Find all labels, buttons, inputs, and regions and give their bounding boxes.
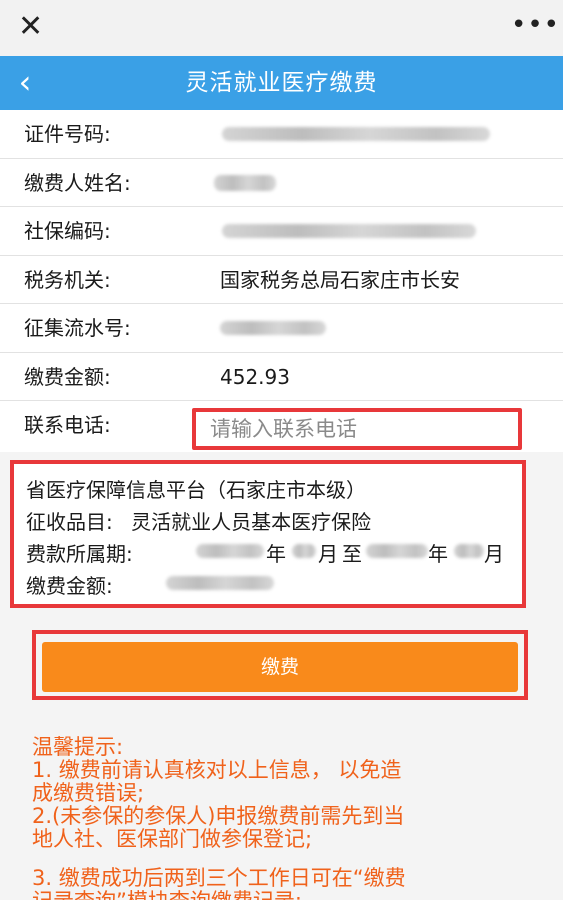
info-form: 证件号码: 缴费人姓名: 社保编码: 税务机关: 国家税务总局石家庄市长安 征集… — [0, 110, 563, 450]
redacted-start-year — [196, 544, 264, 558]
close-icon[interactable]: ✕ — [18, 12, 48, 42]
row-id-number: 证件号码: — [0, 110, 563, 159]
redacted-payer-name — [214, 174, 276, 191]
period-year-unit: 年 — [428, 542, 448, 566]
system-top-bar: ✕ ••• — [0, 0, 563, 56]
period-year-unit: 年 — [266, 542, 286, 566]
row-label: 社保编码: — [24, 219, 111, 243]
period-month-unit: 月 — [318, 542, 338, 566]
tip-line: 1. 缴费前请认真核对以上信息， 以免造 — [32, 758, 402, 782]
row-label: 联系电话: — [24, 413, 111, 437]
period-to: 至 — [342, 542, 362, 566]
redacted-end-month — [454, 544, 484, 558]
row-label: 缴费人姓名: — [24, 170, 131, 195]
row-serial-number: 征集流水号: — [0, 304, 563, 353]
page-header: 灵活就业医疗缴费 ‹ — [0, 56, 563, 110]
back-arrow-icon[interactable]: ‹ — [10, 64, 40, 100]
tip-spacer — [32, 851, 542, 867]
row-payment-amount: 缴费金额: 452.93 — [0, 353, 563, 401]
row-label: 证件号码: — [24, 122, 111, 146]
phone-field-highlight — [192, 408, 522, 450]
row-tax-authority: 税务机关: 国家税务总局石家庄市长安 — [0, 256, 563, 304]
redacted-amount — [166, 576, 274, 590]
amount-label: 缴费金额: — [26, 574, 113, 598]
row-label: 税务机关: — [24, 267, 111, 292]
period-label: 费款所属期: — [26, 542, 133, 566]
period-month-unit: 月 — [484, 542, 504, 566]
amount-line: 缴费金额: — [26, 570, 326, 598]
row-social-security-code: 社保编码: — [0, 207, 563, 256]
tips-section: 温馨提示: 1. 缴费前请认真核对以上信息， 以免造 成缴费错误; 2.(未参保… — [32, 736, 542, 900]
redacted-start-month — [292, 544, 316, 558]
tip-line: 2.(未参保的参保人)申报缴费前需先到当 — [32, 804, 405, 828]
phone-input[interactable] — [210, 414, 510, 444]
row-label: 缴费金额: — [24, 364, 111, 389]
category-label: 征收品目: — [26, 510, 113, 534]
pay-button[interactable]: 缴费 — [42, 642, 518, 692]
row-payer-name: 缴费人姓名: — [0, 159, 563, 207]
period-line: 费款所属期: 年 月 至 年 月 — [26, 538, 516, 566]
more-icon[interactable]: ••• — [511, 10, 559, 40]
category-line: 征收品目: 灵活就业人员基本医疗保险 — [26, 506, 371, 535]
redacted-id-number — [222, 127, 490, 141]
tip-line: 记录查询”模块查询缴费记录; — [32, 890, 542, 900]
tip-line: 3. 缴费成功后两到三个工作日可在“缴费 — [32, 866, 406, 890]
row-label: 征集流水号: — [24, 316, 131, 340]
redacted-serial-number — [220, 321, 326, 335]
tip-line: 成缴费错误; — [32, 781, 145, 805]
redacted-end-year — [366, 544, 428, 558]
page-title: 灵活就业医疗缴费 — [185, 70, 378, 96]
tax-authority-value: 国家税务总局石家庄市长安 — [220, 267, 460, 292]
payment-item-summary: 省医疗保障信息平台（石家庄市本级） 征收品目: 灵活就业人员基本医疗保险 费款所… — [10, 460, 526, 608]
tip-line: 地人社、医保部门做参保登记; — [32, 827, 313, 851]
tips-title: 温馨提示: — [32, 735, 124, 759]
redacted-social-security-code — [222, 224, 476, 238]
platform-name: 省医疗保障信息平台（石家庄市本级） — [26, 478, 366, 502]
category-value: 灵活就业人员基本医疗保险 — [131, 510, 372, 534]
payment-amount-value: 452.93 — [220, 364, 290, 389]
